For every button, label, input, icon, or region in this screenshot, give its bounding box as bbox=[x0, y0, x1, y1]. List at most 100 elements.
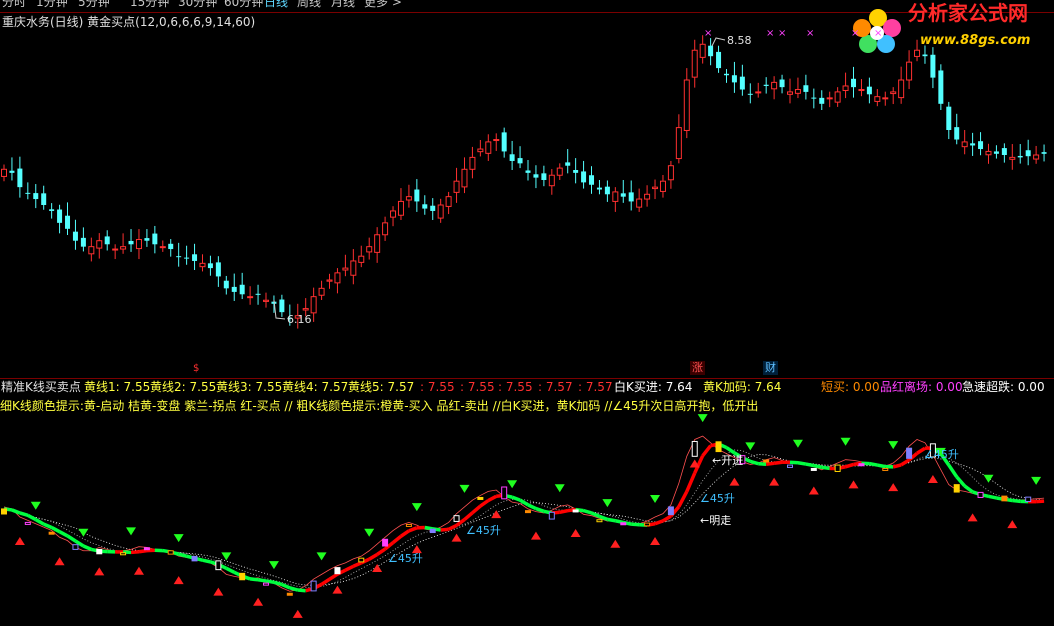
candle-body bbox=[199, 262, 206, 268]
candle-body bbox=[922, 54, 928, 57]
buy-triangle-icon bbox=[253, 597, 264, 606]
candle-body bbox=[581, 171, 587, 183]
event-marker-zhang[interactable]: 涨 bbox=[690, 361, 705, 375]
candle-body bbox=[1033, 154, 1040, 160]
indicator-candle bbox=[72, 544, 79, 550]
indicator-trend-segment bbox=[535, 506, 545, 513]
indicator-trend-segment bbox=[710, 442, 719, 448]
indicator-trend-segment bbox=[559, 508, 569, 515]
candle-body bbox=[41, 193, 47, 205]
indicator-trend-segment bbox=[74, 539, 85, 548]
indicator-trend-segment bbox=[66, 534, 77, 543]
indicator-value-14: 急速超跌: 0.00 bbox=[962, 380, 1045, 394]
indicator-trend-segment bbox=[741, 456, 752, 463]
indicator-candle bbox=[286, 592, 293, 596]
indicator-trend-segment bbox=[225, 566, 236, 574]
candle-body bbox=[405, 196, 412, 201]
candle-body bbox=[573, 170, 579, 173]
candle-body bbox=[716, 51, 722, 69]
indicator-trend-segment bbox=[11, 508, 21, 515]
candle-body bbox=[938, 70, 944, 104]
candle-body bbox=[477, 148, 484, 153]
indicator-candle bbox=[810, 467, 817, 471]
indicator-trend-segment bbox=[701, 444, 712, 457]
buy-triangle-icon bbox=[769, 477, 780, 486]
indicator-trend-segment bbox=[82, 544, 93, 552]
candle-body bbox=[659, 180, 666, 192]
indicator-trend-segment bbox=[399, 529, 410, 538]
indicator-trend-segment bbox=[344, 564, 355, 572]
indicator-trend-segment bbox=[447, 523, 458, 531]
indicator-candle bbox=[215, 560, 222, 571]
event-marker-dollar[interactable]: $ bbox=[193, 362, 199, 376]
candle-body bbox=[49, 209, 55, 211]
indicator-trend-segment bbox=[511, 495, 521, 502]
sell-triangle-icon bbox=[697, 414, 708, 423]
candle-body bbox=[794, 89, 801, 94]
candle-body bbox=[612, 191, 619, 202]
indicator-candle bbox=[429, 528, 436, 534]
indicator-value-2: 黄线3: 7.55 bbox=[216, 380, 283, 394]
indicator-candle bbox=[310, 580, 317, 592]
indicator-trend-segment bbox=[360, 557, 370, 565]
candle-body bbox=[239, 284, 245, 295]
candle-body bbox=[326, 279, 333, 282]
candle-body bbox=[112, 248, 119, 251]
indicator-trend-segment bbox=[432, 527, 441, 532]
indicator-trend-segment bbox=[312, 582, 323, 591]
candle-body bbox=[88, 246, 95, 255]
candle-body bbox=[747, 93, 753, 95]
indicator-trend-segment bbox=[693, 455, 705, 474]
indicator-trend-segment bbox=[257, 578, 267, 583]
candle-body bbox=[192, 254, 198, 261]
indicator-trend-segment bbox=[186, 554, 195, 560]
candle-body bbox=[779, 79, 785, 88]
indicator-trend-segment bbox=[487, 494, 498, 503]
event-marker-cai[interactable]: 财 bbox=[763, 361, 778, 375]
indicator-trend-segment bbox=[677, 490, 689, 508]
buy-triangle-icon bbox=[213, 587, 224, 596]
indicator-trend-segment bbox=[455, 518, 466, 527]
high-leader-line bbox=[711, 37, 726, 47]
candle-body bbox=[390, 210, 397, 218]
indicator-trend-segment bbox=[50, 525, 61, 534]
candle-body bbox=[374, 234, 381, 253]
indicator-candle bbox=[382, 538, 389, 547]
candle-body bbox=[834, 91, 841, 103]
candle-body bbox=[723, 73, 729, 76]
buy-triangle-icon bbox=[530, 531, 541, 540]
indicator-trend-segment bbox=[408, 526, 418, 533]
indicator-trend-segment bbox=[717, 442, 728, 450]
candle-body bbox=[135, 239, 142, 250]
indicator-trend-segment bbox=[320, 577, 331, 586]
indicator-trend-segment bbox=[162, 548, 172, 554]
indicator-trend-segment bbox=[376, 547, 387, 556]
candle-body bbox=[898, 79, 905, 99]
indicator-trend-segment bbox=[440, 527, 449, 532]
indicator-candle bbox=[405, 523, 412, 527]
buy-triangle-icon bbox=[332, 585, 343, 594]
indicator-dotted-line bbox=[3, 454, 1045, 586]
indicator-trend-segment bbox=[685, 472, 697, 493]
indicator-trend-segment bbox=[90, 547, 100, 553]
indicator-trend-segment bbox=[758, 461, 767, 466]
indicator-thin-line bbox=[3, 435, 1045, 592]
candle-body bbox=[176, 256, 182, 258]
sell-triangle-icon bbox=[30, 501, 41, 510]
candle-body bbox=[731, 75, 737, 83]
indicator-trend-segment bbox=[43, 522, 53, 530]
candle-body bbox=[1001, 148, 1007, 155]
candle-body bbox=[652, 186, 659, 190]
signal-x-mark: × bbox=[778, 28, 786, 39]
candle-body bbox=[914, 49, 921, 57]
indicator-value-8: : 7.57 bbox=[538, 380, 573, 394]
candle-body bbox=[667, 165, 674, 181]
candle-body bbox=[342, 267, 349, 271]
indicator-candle bbox=[548, 511, 555, 520]
sell-triangle-icon bbox=[364, 528, 375, 537]
candle-body bbox=[207, 263, 213, 269]
indicator-candle bbox=[239, 572, 246, 581]
buy-triangle-icon bbox=[1007, 520, 1018, 529]
indicator-trend-segment bbox=[471, 504, 482, 515]
candle-body bbox=[382, 222, 389, 236]
